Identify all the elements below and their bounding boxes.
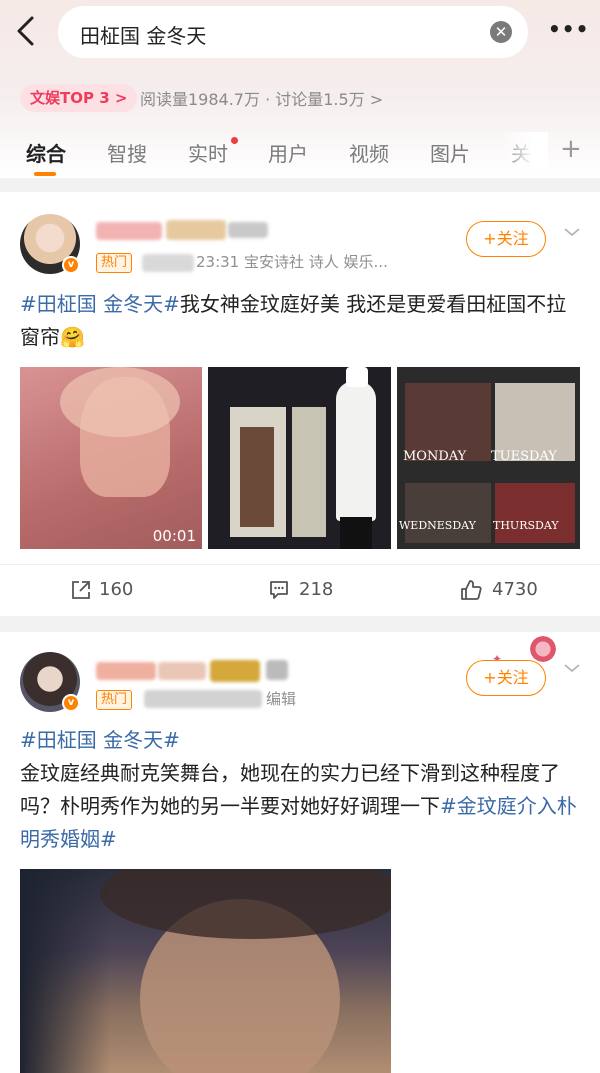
tab-smart-search[interactable]: 智搜 — [107, 138, 147, 167]
chevron-down-icon[interactable] — [562, 658, 582, 678]
follow-button[interactable]: +关注 — [466, 221, 546, 257]
add-tab-icon[interactable]: + — [560, 134, 582, 164]
post-meta: 编辑 — [266, 690, 297, 708]
hot-label: 热门 — [96, 690, 133, 710]
tab-videos[interactable]: 视频 — [349, 138, 389, 167]
clear-search-icon[interactable]: ✕ — [490, 21, 512, 43]
video-duration: 00:01 — [152, 527, 196, 545]
meta-blurred — [144, 690, 262, 708]
image-thumbnail[interactable]: MONDAY TUESDAY WEDNESDAY THURSDAY — [397, 367, 580, 549]
tab-realtime[interactable]: 实时 — [188, 138, 228, 167]
post-text: #田柾国 金冬天# 金玟庭经典耐克笑舞台，她现在的实力已经下滑到这种程度了吗？朴… — [20, 724, 586, 856]
hot-label: 热门 — [96, 253, 133, 273]
post-card[interactable]: v 热门 23:31 宝安诗社 诗人 娱乐... +关注 #田柾国 金冬天#我女… — [0, 192, 600, 616]
post-meta: 23:31 宝安诗社 诗人 娱乐... — [196, 253, 388, 271]
like-count[interactable]: 4730 — [492, 579, 538, 600]
grid-label-wednesday: WEDNESDAY — [399, 519, 476, 532]
search-input[interactable]: 田柾国 金冬天 ✕ — [58, 6, 528, 58]
post-image[interactable] — [20, 869, 391, 1073]
comment-count[interactable]: 218 — [299, 579, 333, 600]
topic-stats[interactable]: 阅读量1984.7万 · 讨论量1.5万 > — [140, 86, 383, 110]
back-arrow-icon[interactable] — [12, 14, 42, 48]
search-query-text: 田柾国 金冬天 — [80, 24, 207, 48]
share-icon[interactable] — [70, 579, 92, 601]
notification-dot — [231, 137, 238, 144]
topic-rank-badge[interactable]: 文娱TOP 3 > — [20, 84, 138, 112]
decoration-icon — [528, 634, 558, 664]
active-tab-indicator — [34, 172, 56, 176]
image-thumbnail[interactable] — [208, 367, 391, 549]
post-card[interactable]: v 热门 编辑 ✦ +关注 #田柾国 金冬天# 金玟庭经典耐克笑舞台，她现在的实… — [0, 632, 600, 1073]
share-count[interactable]: 160 — [99, 579, 133, 600]
comment-icon[interactable] — [268, 579, 290, 601]
post-actions: 160 218 4730 — [0, 564, 600, 616]
search-tabs: 综合 智搜 实时 用户 视频 图片 关 + — [0, 132, 600, 178]
tab-comprehensive[interactable]: 综合 — [26, 138, 66, 167]
search-header: 田柾国 金冬天 ✕ ••• 文娱TOP 3 > 阅读量1984.7万 · 讨论量… — [0, 0, 600, 178]
tab-fade — [500, 132, 548, 172]
grid-label-thursday: THURSDAY — [493, 519, 559, 532]
verified-badge-icon: v — [62, 694, 80, 712]
verified-badge-icon: v — [62, 256, 80, 274]
grid-label-monday: MONDAY — [403, 449, 467, 464]
post-text: #田柾国 金冬天#我女神金玟庭好美 我还是更爱看田柾国不拉窗帘🤗 — [20, 288, 586, 354]
more-options-icon[interactable]: ••• — [548, 19, 588, 43]
video-thumbnail[interactable]: 00:01 — [20, 367, 202, 549]
follow-button[interactable]: +关注 — [466, 660, 546, 696]
topic-hashtag-link[interactable]: #田柾国 金冬天# — [20, 724, 586, 757]
like-icon[interactable] — [460, 579, 482, 601]
tab-users[interactable]: 用户 — [268, 138, 308, 167]
time-blurred — [142, 254, 194, 272]
chevron-down-icon[interactable] — [562, 222, 582, 242]
grid-label-tuesday: TUESDAY — [491, 449, 557, 464]
tab-images[interactable]: 图片 — [430, 138, 470, 167]
topic-hashtag-link[interactable]: #田柾国 金冬天# — [20, 292, 180, 316]
